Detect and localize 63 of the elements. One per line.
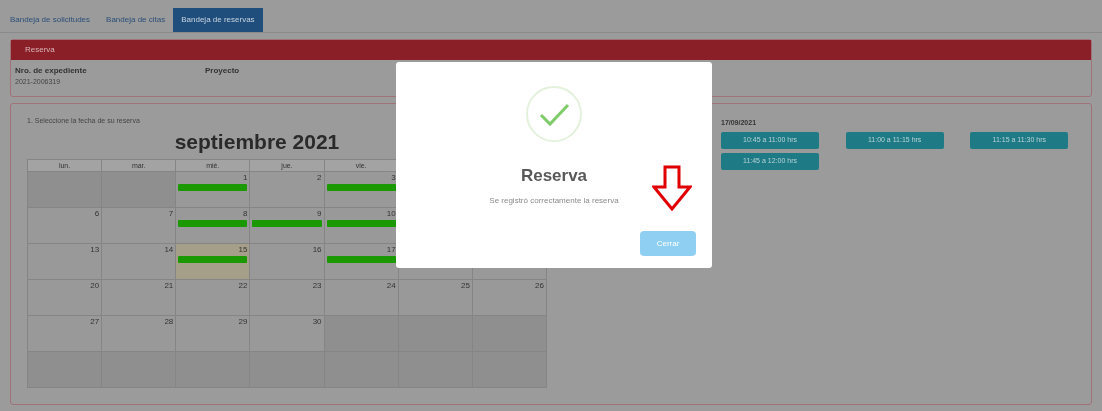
day-number: 21 — [164, 279, 174, 292]
down-arrow-icon — [652, 165, 692, 211]
calendar-cell[interactable]: 7 — [102, 207, 177, 244]
calendar-cell[interactable]: 26 — [472, 279, 547, 316]
day-number: 10 — [386, 207, 396, 220]
event-bar[interactable] — [178, 219, 248, 227]
day-number: 13 — [90, 243, 100, 256]
day-number: 17 — [386, 243, 396, 256]
field-label: Proyecto — [205, 65, 241, 77]
calendar-cell[interactable]: 20 — [28, 279, 103, 316]
tab[interactable]: Bandeja de citas — [98, 8, 174, 32]
day-number: 2 — [317, 171, 322, 184]
modal-title: Reserva — [520, 165, 588, 187]
calendar-cell[interactable]: 25 — [398, 279, 473, 316]
calendar-cell[interactable]: 15 — [176, 243, 251, 280]
event-bar[interactable] — [326, 183, 396, 191]
calendar-cell[interactable]: 13 — [28, 243, 103, 280]
day-number: 23 — [312, 279, 322, 292]
day-number: 25 — [460, 279, 470, 292]
day-number: 8 — [242, 207, 248, 220]
field-label: Nro. de expediente — [15, 65, 88, 77]
day-number: 20 — [90, 279, 100, 292]
event-bar[interactable] — [326, 219, 396, 227]
calendar-cell[interactable]: 22 — [176, 279, 251, 316]
section-header: Reserva — [11, 40, 1091, 60]
calendar-cell[interactable]: 21 — [102, 279, 177, 316]
modal-message: Se registró correctamente la reserva — [489, 194, 619, 207]
day-number: 1 — [242, 171, 248, 184]
calendar-cell[interactable]: 1 — [176, 171, 251, 208]
month-title: septiembre 2021 — [174, 128, 340, 155]
day-number: 14 — [164, 243, 174, 256]
day-number: 16 — [312, 243, 322, 256]
event-bar[interactable] — [178, 183, 248, 191]
calendar-cell[interactable]: 2 — [250, 171, 325, 208]
tab[interactable]: Bandeja de solicitudes — [2, 8, 99, 32]
calendar-cell[interactable]: 27 — [28, 315, 103, 352]
day-number: 30 — [312, 315, 322, 328]
event-bar[interactable] — [252, 219, 322, 227]
calendar-cell[interactable]: 8 — [176, 207, 251, 244]
calendar-cell[interactable]: 9 — [250, 207, 325, 244]
day-number: 22 — [238, 279, 248, 292]
calendar-cell[interactable]: 29 — [176, 315, 251, 352]
day-number: 15 — [238, 243, 248, 256]
day-number: 24 — [386, 279, 396, 292]
calendar-cell[interactable]: 14 — [102, 243, 177, 280]
day-number: 26 — [535, 279, 544, 292]
calendar-cell[interactable]: 30 — [250, 315, 325, 352]
calendar-cell[interactable]: 28 — [102, 315, 177, 352]
day-number: 27 — [90, 315, 100, 328]
day-number: 6 — [94, 207, 100, 220]
calendar-cell[interactable]: 23 — [250, 279, 325, 316]
day-number: 28 — [164, 315, 174, 328]
calendar-cell[interactable]: 6 — [28, 207, 103, 244]
event-bar[interactable] — [326, 255, 396, 263]
event-bar[interactable] — [178, 255, 248, 263]
day-number: 29 — [238, 315, 248, 328]
calendar-cell[interactable]: 16 — [250, 243, 325, 280]
check-icon — [525, 85, 583, 143]
day-number: 3 — [391, 171, 396, 184]
day-number: 7 — [168, 207, 174, 220]
calendar-cell[interactable]: 24 — [324, 279, 399, 316]
tab[interactable]: Bandeja de reservas — [173, 8, 263, 32]
day-number: 9 — [317, 207, 322, 220]
